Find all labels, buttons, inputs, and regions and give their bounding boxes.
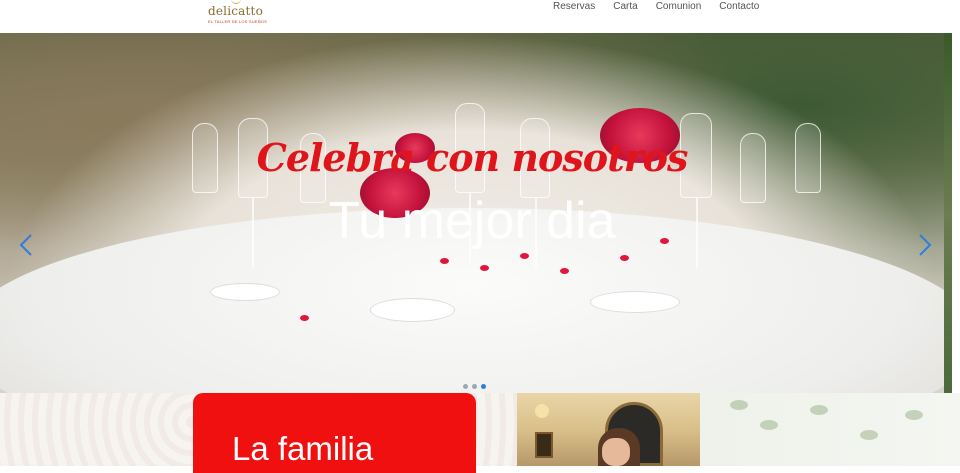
chevron-right-icon bbox=[919, 234, 932, 256]
petal-decor bbox=[300, 315, 309, 321]
plate-decor bbox=[210, 283, 280, 301]
site-logo[interactable]: delicatto EL TALLER DE LOS SUEÑOS bbox=[207, 0, 267, 30]
chevron-left-icon bbox=[19, 234, 32, 256]
plate-decor bbox=[590, 291, 680, 313]
slider-pagination bbox=[463, 384, 486, 389]
hero-title: Tu mejor dia bbox=[328, 192, 616, 250]
family-card-title: La familia bbox=[232, 430, 374, 467]
petal-decor bbox=[620, 255, 629, 261]
slider-dot-3[interactable] bbox=[481, 384, 486, 389]
logo-wordmark: delicatto bbox=[208, 4, 264, 18]
petal-decor bbox=[560, 268, 569, 274]
slider-dot-1[interactable] bbox=[463, 384, 468, 389]
plate-decor bbox=[370, 298, 455, 322]
slider-prev-button[interactable] bbox=[19, 233, 33, 257]
leaf-decor bbox=[810, 405, 828, 415]
leaf-decor bbox=[760, 420, 778, 430]
leaf-decor bbox=[860, 430, 878, 440]
page-margin bbox=[952, 33, 960, 393]
site-header: delicatto EL TALLER DE LOS SUEÑOS Reserv… bbox=[0, 0, 960, 33]
hero-slider: Celebra con nosotros Tu mejor dia bbox=[0, 33, 944, 393]
nav-item-carta[interactable]: Carta bbox=[604, 2, 646, 12]
leaf-decor bbox=[905, 410, 923, 420]
petal-decor bbox=[440, 258, 449, 264]
petal-decor bbox=[520, 253, 529, 259]
photo-person-face bbox=[602, 438, 630, 466]
photo-frame-decor bbox=[535, 432, 553, 458]
photo-lamp-decor bbox=[535, 404, 549, 418]
petal-decor bbox=[480, 265, 489, 271]
nav-item-comunion[interactable]: Comunion bbox=[647, 2, 711, 12]
nav-item-reservas[interactable]: Reservas bbox=[544, 2, 604, 12]
leaf-decor bbox=[730, 400, 748, 410]
logo-tagline: EL TALLER DE LOS SUEÑOS bbox=[208, 19, 267, 24]
slider-dot-2[interactable] bbox=[472, 384, 477, 389]
nav-item-contacto[interactable]: Contacto bbox=[710, 2, 768, 12]
main-nav: Reservas Carta Comunion Contacto bbox=[544, 2, 768, 12]
hero-subtitle: Celebra con nosotros bbox=[256, 135, 689, 180]
next-slide-peek bbox=[944, 33, 952, 393]
slider-next-button[interactable] bbox=[918, 233, 932, 257]
